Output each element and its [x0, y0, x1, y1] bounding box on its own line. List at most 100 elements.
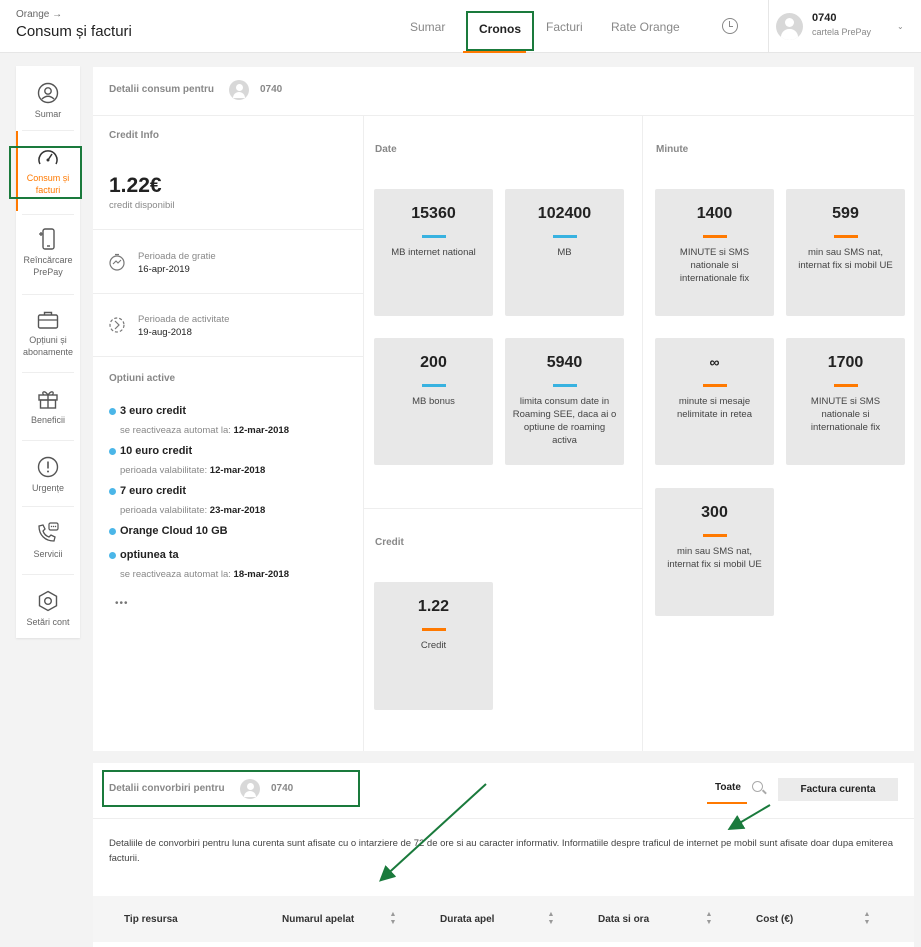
phone-topup-icon: [39, 228, 55, 250]
card-accent-bar: [833, 384, 858, 387]
card-accent-bar: [552, 384, 577, 387]
card-label: MB internet national: [391, 247, 476, 258]
usage-card-data: 200 MB bonus: [374, 338, 493, 465]
active-options-title: Optiuni active: [109, 373, 176, 384]
tab-facturi[interactable]: Facturi: [546, 20, 583, 34]
card-value: 5940: [546, 354, 583, 371]
option-date: 12-mar-2018: [233, 425, 290, 436]
column-divider: [642, 116, 643, 751]
usage-card-data: 102400 MB: [505, 189, 624, 316]
card-label: limita consum date in Roaming SEE, daca …: [512, 396, 617, 446]
sidebar-item-servicii[interactable]: Servicii: [16, 522, 80, 560]
card-value: 15360: [411, 205, 456, 222]
card-value: ∞: [709, 354, 720, 370]
sort-icon[interactable]: ▲ ▼: [704, 911, 714, 927]
usage-card-credit: 1.22 Credit: [374, 582, 493, 710]
more-options-button[interactable]: •••: [115, 598, 129, 609]
sort-icon[interactable]: ▲ ▼: [862, 911, 872, 927]
sidebar-divider: [22, 372, 74, 373]
usage-card-data: 15360 MB internet national: [374, 189, 493, 316]
option-date: 18-mar-2018: [233, 569, 290, 580]
sidebar-divider: [22, 440, 74, 441]
sidebar-divider: [22, 574, 74, 575]
breadcrumb[interactable]: Orange →: [16, 9, 62, 20]
option-name: optiunea ta: [120, 549, 179, 561]
card-accent-bar: [421, 235, 446, 238]
usage-card-minutes: 1700 MINUTE si SMS nationale si internat…: [786, 338, 905, 465]
option-bullet: [109, 488, 116, 495]
header-divider: [93, 115, 914, 116]
credit-amount-label: credit disponibil: [109, 200, 175, 211]
sort-icon[interactable]: ▲ ▼: [388, 911, 398, 927]
option-detail: perioada valabilitate: 23-mar-2018: [120, 505, 266, 516]
card-value: 200: [420, 354, 447, 371]
briefcase-icon: [37, 311, 59, 329]
search-icon[interactable]: [752, 781, 763, 792]
card-accent-bar: [702, 235, 727, 238]
section-divider: [93, 818, 914, 819]
option-date: 23-mar-2018: [209, 505, 266, 516]
tab-rate-orange[interactable]: Rate Orange: [611, 20, 680, 34]
card-label: MB: [557, 247, 572, 258]
tab-cronos[interactable]: Cronos: [466, 11, 534, 51]
sidebar-item-label: Setări cont: [26, 617, 70, 627]
option-bullet: [109, 528, 116, 535]
tab-sumar[interactable]: Sumar: [410, 20, 445, 34]
sidebar-item-sumar[interactable]: Sumar: [16, 82, 80, 120]
option-name: 10 euro credit: [120, 445, 193, 457]
sidebar-item-label: Opțiuni și abonamente: [22, 335, 74, 357]
sidebar-item-label: Reîncărcare PrePay: [23, 255, 73, 277]
card-label: MINUTE si SMS nationale si international…: [810, 396, 881, 433]
sidebar-item-setari[interactable]: Setări cont: [16, 590, 80, 628]
sidebar-item-label: Urgențe: [31, 483, 65, 493]
option-detail: se reactiveaza automat la: 18-mar-2018: [120, 569, 290, 580]
card-accent-bar: [833, 235, 858, 238]
history-clock-icon[interactable]: [722, 18, 738, 34]
chevron-down-icon[interactable]: ⌄: [897, 22, 904, 31]
avatar[interactable]: [776, 13, 803, 40]
option-date: 12-mar-2018: [209, 465, 266, 476]
option-bullet: [109, 448, 116, 455]
card-accent-bar: [702, 534, 727, 537]
column-header[interactable]: Cost (€): [756, 914, 793, 925]
grace-period-label: Perioada de gratie: [138, 251, 216, 262]
minute-section-title: Minute: [656, 144, 689, 155]
card-label: Credit: [420, 640, 447, 651]
sidebar-item-reincarcare[interactable]: Reîncărcare PrePay: [16, 228, 80, 278]
sort-icon[interactable]: ▲ ▼: [546, 911, 556, 927]
active-tab-underline: [463, 51, 526, 53]
grace-period-date: 16-apr-2019: [138, 264, 190, 275]
option-name: Orange Cloud 10 GB: [120, 525, 228, 537]
card-value: 1.22: [417, 598, 450, 615]
annotation-box-calls: [102, 770, 360, 807]
avatar: [229, 80, 249, 100]
section-divider: [93, 229, 363, 230]
phone-chat-icon: [38, 522, 59, 542]
column-header[interactable]: Durata apel: [440, 914, 494, 925]
column-header[interactable]: Tip resursa: [124, 914, 178, 925]
account-number[interactable]: 0740: [812, 12, 836, 24]
sidebar-item-urgente[interactable]: Urgențe: [16, 456, 80, 494]
column-header[interactable]: Numarul apelat: [282, 914, 354, 925]
card-label: min sau SMS nat, internat fix si mobil U…: [798, 247, 893, 271]
calls-info-text: Detaliile de convorbiri pentru luna cure…: [109, 838, 893, 864]
filter-all-tab[interactable]: Toate: [715, 782, 741, 793]
activity-period-label: Perioada de activitate: [138, 314, 230, 325]
column-header[interactable]: Data si ora: [598, 914, 649, 925]
sidebar-item-optiuni[interactable]: Opțiuni și abonamente: [16, 310, 80, 358]
alert-icon: [37, 456, 59, 478]
card-value: 1400: [696, 205, 733, 222]
details-number: 0740: [260, 84, 283, 95]
user-circle-icon: [37, 82, 59, 104]
usage-card-minutes: 599 min sau SMS nat, internat fix si mob…: [786, 189, 905, 316]
page-title: Consum și facturi: [16, 23, 132, 40]
card-label: minute si mesaje nelimitate in retea: [677, 396, 752, 420]
sidebar-item-beneficii[interactable]: Beneficii: [16, 388, 80, 426]
gift-icon: [38, 391, 58, 409]
option-detail: se reactiveaza automat la: 12-mar-2018: [120, 425, 290, 436]
card-accent-bar: [552, 235, 577, 238]
sidebar-divider: [22, 294, 74, 295]
current-invoice-button[interactable]: Factura curenta: [778, 778, 898, 801]
date-section-title: Date: [375, 144, 397, 155]
section-divider: [93, 356, 363, 357]
